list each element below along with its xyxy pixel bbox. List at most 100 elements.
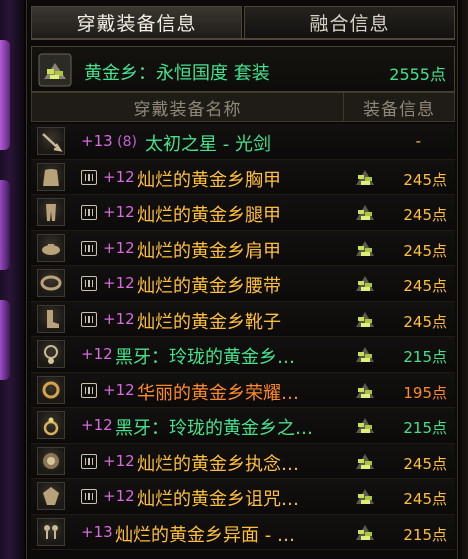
refine-text: +12 — [103, 238, 135, 257]
refine-text: +12 — [81, 345, 113, 363]
ring-slot-icon[interactable] — [37, 411, 65, 439]
set-bonus-icon[interactable] — [354, 486, 376, 506]
equipment-row-chest[interactable]: +12 灿烂的黄金乡胸甲 245点 — [31, 159, 455, 195]
refine-text: +12 — [103, 167, 135, 186]
set-name: 黄金乡：永恒国度 套装 — [84, 63, 270, 84]
necklace-slot-icon[interactable] — [37, 340, 65, 368]
item-name[interactable]: 灿烂的黄金乡腰带 — [137, 272, 281, 298]
refine-level: +12 — [103, 310, 135, 328]
equipment-row-boots[interactable]: +12 灿烂的黄金乡靴子 245点 — [31, 301, 455, 337]
equipment-row-belt[interactable]: +12 灿烂的黄金乡腰带 245点 — [31, 266, 455, 302]
item-score: 195点 — [403, 383, 447, 402]
equipment-row-legs[interactable]: +12 灿烂的黄金乡腿甲 245点 — [31, 195, 455, 231]
support-slot-icon[interactable] — [37, 446, 65, 475]
refine-text: +12 — [103, 309, 135, 328]
equipment-row-stone[interactable]: +12 灿烂的黄金乡诅咒… 245点 — [31, 479, 455, 515]
item-name[interactable]: 灿烂的黄金乡异面 - … — [115, 521, 295, 547]
item-name[interactable]: 灿烂的黄金乡肩甲 — [137, 237, 281, 263]
set-bonus-icon[interactable] — [354, 522, 376, 542]
rune-icon — [81, 382, 97, 398]
rune-icon — [81, 453, 97, 469]
item-score: 245点 — [403, 170, 447, 189]
refine-text: +12 — [103, 203, 135, 221]
column-equipment-name: 穿戴装备名称 — [32, 93, 344, 121]
belt-slot-icon[interactable] — [37, 269, 65, 297]
column-header: 穿戴装备名称 装备信息 — [31, 92, 455, 122]
rune-icon — [81, 489, 97, 504]
set-score: 2555点 — [389, 65, 446, 84]
set-bonus-icon[interactable] — [354, 380, 376, 400]
equipment-row-weapon[interactable]: +13 (8) 太初之星 - 光剑 - — [31, 124, 455, 160]
set-bonus-icon[interactable] — [354, 273, 376, 293]
equipment-row-support[interactable]: +12 灿烂的黄金乡执念… 245点 — [31, 443, 455, 479]
item-name[interactable]: 太初之星 - 光剑 — [145, 130, 271, 156]
refine-level: +12 — [103, 452, 135, 470]
refine-level: +12 — [103, 168, 135, 186]
stone-slot-icon[interactable] — [37, 482, 65, 510]
item-score: 245点 — [403, 454, 447, 473]
set-bonus-icon[interactable] — [354, 167, 376, 187]
refine-text: +12 — [103, 487, 135, 505]
equipment-row-bracelet[interactable]: +12 华丽的黄金乡荣耀… 195点 — [31, 372, 455, 408]
boots-slot-icon[interactable] — [37, 304, 65, 333]
tab-divider — [31, 38, 455, 40]
refine-level: +12 — [103, 381, 135, 399]
rune-icon — [81, 276, 97, 291]
item-score: 215点 — [403, 348, 447, 366]
equipment-info-panel: 穿戴装备信息 融合信息 黄金乡：永恒国度 套装 2555点 穿戴装备名称 装备信… — [26, 0, 458, 559]
set-bonus-icon[interactable] — [354, 415, 376, 435]
equipment-row-shoulder[interactable]: +12 灿烂的黄金乡肩甲 245点 — [31, 230, 455, 266]
equipment-row-ring[interactable]: +12 黑牙：玲珑的黄金乡之… 215点 — [31, 408, 455, 444]
refine-level: +12 — [103, 274, 135, 292]
item-name[interactable]: 华丽的黄金乡荣耀… — [137, 379, 299, 405]
item-score: 245点 — [403, 206, 447, 224]
refine-level: +13 (8) — [81, 132, 137, 150]
equipment-row-earring[interactable]: +13 灿烂的黄金乡异面 - … 215点 — [31, 514, 455, 550]
refine-text: +13 — [81, 522, 113, 541]
refine-text: +13 — [81, 132, 113, 150]
item-score: 245点 — [403, 490, 447, 508]
set-bonus-icon[interactable] — [354, 238, 376, 258]
refine-level: +12 — [103, 487, 135, 505]
refine-level: +13 — [81, 523, 113, 541]
legs-slot-icon[interactable] — [37, 198, 65, 226]
earring-slot-icon[interactable] — [37, 517, 65, 546]
left-edge-decoration — [0, 0, 24, 559]
item-score: 245点 — [403, 312, 447, 331]
item-score: 245点 — [403, 277, 447, 295]
set-bonus-icon[interactable] — [354, 344, 376, 364]
equipment-row-necklace[interactable]: +12 黑牙：玲珑的黄金乡… 215点 — [31, 337, 455, 373]
item-name[interactable]: 灿烂的黄金乡靴子 — [137, 308, 281, 334]
item-score: 215点 — [403, 525, 447, 544]
refine-sub: (8) — [112, 134, 137, 150]
item-score: 245点 — [403, 241, 447, 260]
weapon-slot-icon[interactable] — [37, 127, 65, 155]
rune-icon — [81, 169, 97, 185]
chest-slot-icon[interactable] — [37, 162, 65, 191]
item-name[interactable]: 黑牙：玲珑的黄金乡之… — [115, 414, 313, 440]
right-edge-decoration — [460, 0, 468, 559]
set-bonus-icon[interactable] — [354, 202, 376, 222]
item-name[interactable]: 灿烂的黄金乡执念… — [137, 450, 299, 476]
item-name[interactable]: 灿烂的黄金乡胸甲 — [137, 166, 281, 192]
rune-icon — [81, 311, 97, 327]
item-name[interactable]: 灿烂的黄金乡诅咒… — [137, 485, 299, 511]
refine-level: +12 — [103, 239, 135, 257]
set-bonus-icon[interactable] — [354, 309, 376, 329]
item-name[interactable]: 黑牙：玲珑的黄金乡… — [115, 343, 295, 369]
set-bonus-icon[interactable] — [354, 451, 376, 471]
tab-equipped-info[interactable]: 穿戴装备信息 — [31, 6, 242, 38]
shoulder-slot-icon[interactable] — [37, 233, 65, 262]
refine-text: +12 — [81, 416, 113, 434]
column-equipment-info: 装备信息 — [363, 99, 435, 120]
refine-text: +12 — [103, 380, 135, 399]
set-bonus-icon[interactable] — [38, 53, 72, 87]
equipment-list: +13 (8) 太初之星 - 光剑 - +12 灿烂的黄金乡胸甲 245点 +12 灿烂的黄金… — [31, 124, 455, 550]
rune-icon — [81, 240, 97, 256]
refine-text: +12 — [103, 274, 135, 292]
tab-fusion-info[interactable]: 融合信息 — [244, 6, 455, 38]
bracelet-slot-icon[interactable] — [37, 375, 65, 404]
refine-level: +12 — [81, 345, 113, 363]
refine-level: +12 — [81, 416, 113, 434]
item-name[interactable]: 灿烂的黄金乡腿甲 — [137, 201, 281, 227]
